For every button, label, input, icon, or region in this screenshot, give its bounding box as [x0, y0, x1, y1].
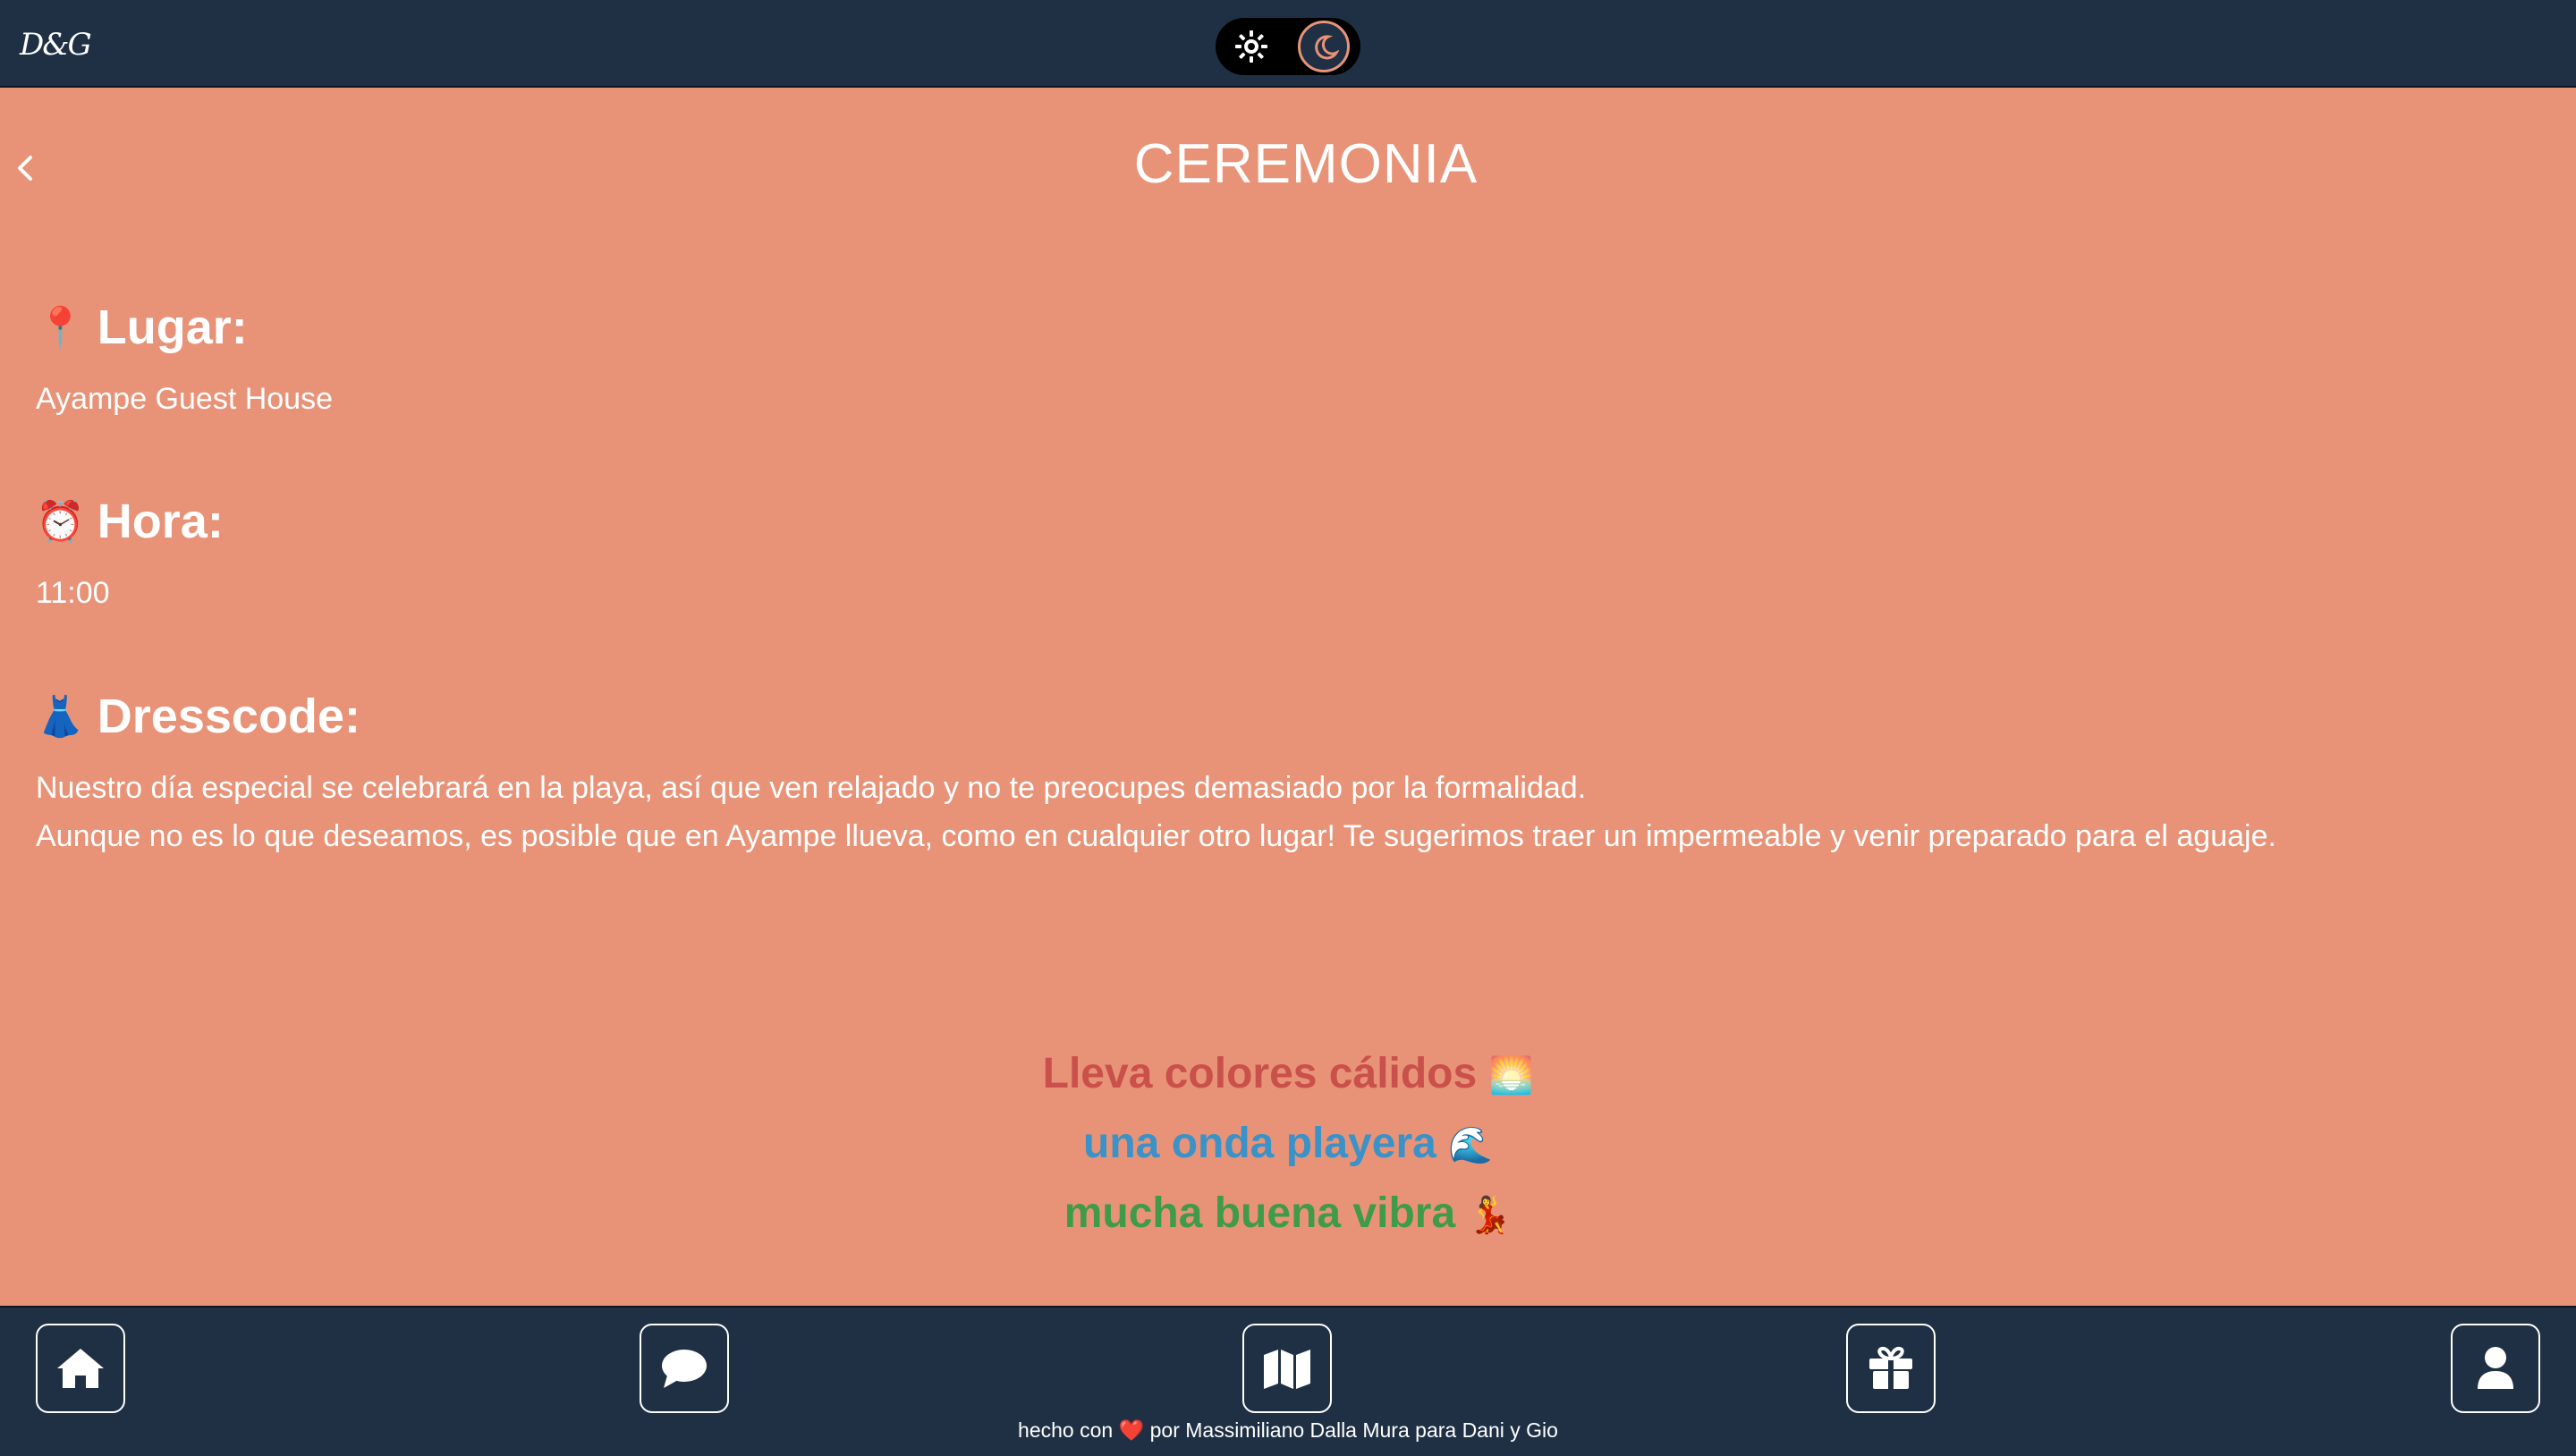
tagline-vibra: mucha buena vibra 💃 — [0, 1180, 2576, 1249]
tagline-vibra-text: mucha buena vibra — [1063, 1189, 1456, 1237]
moon-icon[interactable] — [1298, 21, 1350, 72]
dresscode-line-1: Nuestro día especial se celebrará en la … — [36, 771, 1587, 805]
taglines: Lleva colores cálidos 🌅 una onda playera… — [0, 1040, 2576, 1249]
hora-heading-text: Hora: — [97, 495, 224, 548]
user-icon — [2478, 1347, 2513, 1389]
nav-chat-button[interactable] — [640, 1324, 729, 1413]
credit-suffix: por Massimiliano Dalla Mura para Dani y … — [1149, 1418, 1558, 1442]
lugar-heading-text: Lugar: — [97, 301, 248, 354]
wave-icon: 🌊 — [1448, 1126, 1493, 1165]
nav-gift-button[interactable] — [1846, 1324, 1936, 1413]
dancer-icon: 💃 — [1467, 1196, 1513, 1235]
section-hora: ⏰ Hora: 11:00 — [36, 494, 224, 617]
dresscode-text: Nuestro día especial se celebrará en la … — [36, 764, 2522, 860]
lugar-text: Ayampe Guest House — [36, 382, 333, 416]
nav-user-button[interactable] — [2451, 1324, 2540, 1413]
dresscode-heading-text: Dresscode: — [97, 690, 360, 743]
dresscode-line-2: Aunque no es lo que deseamos, es posible… — [36, 819, 2276, 853]
map-icon — [1264, 1350, 1310, 1389]
alarm-clock-icon: ⏰ — [36, 500, 85, 544]
tagline-onda-text: una onda playera — [1083, 1120, 1436, 1167]
sunrise-icon: 🌅 — [1488, 1056, 1534, 1096]
dresscode-heading: 👗 Dresscode: — [36, 689, 2522, 744]
dress-icon: 👗 — [36, 695, 85, 739]
home-icon — [57, 1349, 104, 1388]
section-dresscode: 👗 Dresscode: Nuestro día especial se cel… — [36, 689, 2522, 860]
hora-text: 11:00 — [36, 576, 110, 610]
theme-toggle[interactable] — [1216, 18, 1360, 75]
heart-icon: ❤️ — [1118, 1418, 1145, 1442]
logo[interactable]: D&G — [20, 27, 92, 63]
tagline-colores: Lleva colores cálidos 🌅 — [0, 1040, 2576, 1110]
gift-icon — [1869, 1346, 1912, 1389]
sun-icon[interactable] — [1233, 29, 1269, 64]
pin-icon: 📍 — [36, 306, 85, 350]
top-bar: D&G — [0, 0, 2576, 88]
nav-map-button[interactable] — [1242, 1324, 1332, 1413]
tagline-onda: una onda playera 🌊 — [0, 1110, 2576, 1180]
footer-credit: hecho con ❤️ por Massimiliano Dalla Mura… — [0, 1418, 2576, 1443]
page-title: CEREMONIA — [1133, 133, 1479, 195]
nav-home-button[interactable] — [36, 1324, 125, 1413]
section-lugar: 📍 Lugar: Ayampe Guest House — [36, 300, 333, 423]
chat-icon — [662, 1350, 707, 1388]
bottom-nav: hecho con ❤️ por Massimiliano Dalla Mura… — [0, 1306, 2576, 1456]
tagline-colores-text: Lleva colores cálidos — [1042, 1050, 1478, 1097]
credit-prefix: hecho con — [1018, 1418, 1114, 1442]
lugar-heading: 📍 Lugar: — [36, 300, 333, 355]
hora-heading: ⏰ Hora: — [36, 494, 224, 549]
